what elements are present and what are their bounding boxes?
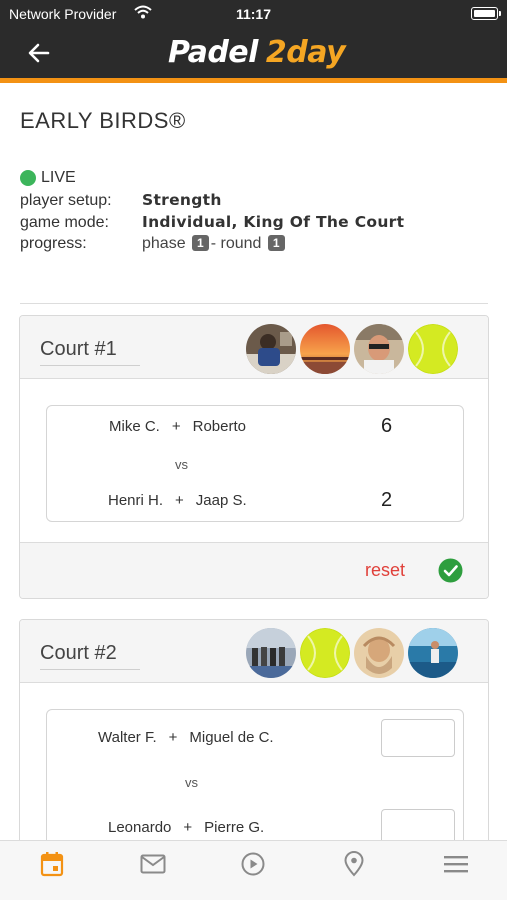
game-mode-row: game mode: Individual, King Of The Court <box>20 213 404 232</box>
phase-label: phase <box>142 235 186 252</box>
match-box: Mike C. + Roberto 6 vs Henri H. + Jaap S… <box>46 405 464 522</box>
app-header: Padel 2day <box>0 28 507 78</box>
app-logo: Padel 2day <box>168 30 346 74</box>
vs-label: vs <box>185 775 198 790</box>
plus-sign: + <box>175 492 184 509</box>
round-badge: 1 <box>267 235 285 251</box>
bottom-tab-bar <box>0 840 507 900</box>
avatar[interactable] <box>246 324 296 374</box>
avatar[interactable] <box>354 628 404 678</box>
avatar[interactable] <box>354 324 404 374</box>
live-dot-icon <box>20 170 36 186</box>
player-name: Walter F. <box>98 729 157 746</box>
team-1: Mike C. + Roberto <box>109 418 246 435</box>
event-title: EARLY BIRDS® <box>20 108 186 133</box>
court-avatars <box>242 324 458 374</box>
court-card: Court #1 Mike C. + Roberto 6 vs Henri H.… <box>19 315 489 599</box>
clock: 11:17 <box>235 6 272 22</box>
progress-row: progress: phase 1- round 1 <box>20 235 287 253</box>
calendar-icon[interactable] <box>32 849 72 879</box>
court-name: Court #2 <box>40 642 140 670</box>
team-1-score: 6 <box>381 415 393 437</box>
menu-icon[interactable] <box>436 849 476 879</box>
team-2: Henri H. + Jaap S. <box>108 492 247 509</box>
avatar[interactable] <box>300 324 350 374</box>
logo-text-padel: Padel <box>168 34 258 70</box>
plus-sign: + <box>183 819 193 836</box>
progress-label: progress: <box>20 235 87 252</box>
location-icon[interactable] <box>334 849 374 879</box>
team-2: Leonardo + Pierre G. <box>108 819 264 836</box>
plus-sign: + <box>171 418 181 435</box>
player-name: Mike C. <box>109 418 160 435</box>
court-card: Court #2 Walter F. + Miguel de C. vs Leo… <box>19 619 489 859</box>
player-setup-label: player setup: <box>20 192 112 209</box>
team-2-score: 2 <box>381 489 393 511</box>
player-name: Pierre G. <box>204 819 265 836</box>
header-accent-line <box>0 78 507 83</box>
round-label: - round <box>210 235 262 252</box>
avatar[interactable] <box>246 628 296 678</box>
team-1-score-input[interactable] <box>381 719 455 757</box>
section-divider <box>20 303 488 304</box>
phase-badge: 1 <box>192 235 209 251</box>
game-mode-label: game mode: <box>20 214 109 231</box>
tennis-ball-icon[interactable] <box>408 324 458 374</box>
player-setup-value: Strength <box>142 191 222 209</box>
match-box: Walter F. + Miguel de C. vs Leonardo + P… <box>46 709 464 858</box>
player-name: Miguel de C. <box>189 729 274 746</box>
team-1: Walter F. + Miguel de C. <box>98 729 274 746</box>
reset-button[interactable]: reset <box>365 560 405 581</box>
player-name: Jaap S. <box>195 492 247 509</box>
tennis-ball-icon[interactable] <box>300 628 350 678</box>
court-header: Court #1 <box>20 316 488 379</box>
live-status: LIVE <box>20 169 76 187</box>
court-name: Court #1 <box>40 338 140 366</box>
game-mode-value: Individual, King Of The Court <box>142 213 405 231</box>
avatar[interactable] <box>408 628 458 678</box>
play-icon[interactable] <box>233 849 273 879</box>
battery-icon <box>471 7 501 20</box>
player-name: Henri H. <box>108 492 164 509</box>
court-avatars <box>242 628 458 678</box>
player-setup-row: player setup: Strength <box>20 191 222 210</box>
vs-label: vs <box>175 457 188 472</box>
court-header: Court #2 <box>20 620 488 683</box>
player-name: Roberto <box>192 418 246 435</box>
court-footer: reset <box>20 542 488 598</box>
check-circle-icon[interactable] <box>438 558 463 583</box>
live-label: LIVE <box>41 169 76 186</box>
back-arrow-icon[interactable] <box>26 40 52 66</box>
plus-sign: + <box>168 729 178 746</box>
status-bar: Network Provider 11:17 <box>0 0 507 28</box>
player-name: Leonardo <box>108 819 172 836</box>
logo-text-2day: 2day <box>265 34 346 70</box>
mail-icon[interactable] <box>133 849 173 879</box>
